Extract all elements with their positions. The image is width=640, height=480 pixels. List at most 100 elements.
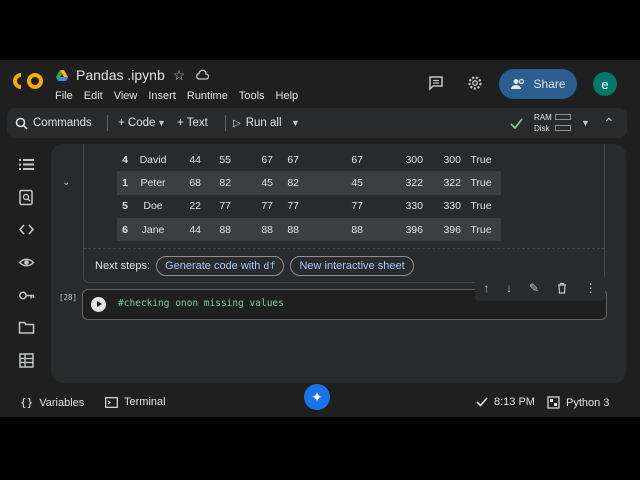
table-cell: 55 — [219, 153, 231, 166]
check-icon — [476, 397, 488, 407]
commands-button[interactable]: Commands — [15, 108, 92, 138]
edit-pen-icon[interactable]: ✎ — [529, 281, 539, 295]
execution-count: [28] — [59, 293, 78, 302]
disk-bar — [555, 125, 571, 131]
interactive-sheet-chip[interactable]: New interactive sheet — [290, 256, 414, 276]
table-cell: 45 — [299, 171, 363, 195]
resources-dropdown[interactable]: ▼ — [581, 108, 590, 138]
add-text-button[interactable]: + Text — [177, 108, 208, 138]
toc-icon[interactable] — [18, 156, 35, 173]
terminal-label: Terminal — [124, 396, 166, 408]
folder-icon[interactable] — [18, 319, 35, 336]
menu-item[interactable]: Runtime — [187, 90, 228, 102]
notebook-title[interactable]: Pandas .ipynb — [76, 67, 165, 83]
table-cell: 22 — [189, 200, 201, 213]
execution-status[interactable]: 8:13 PM — [476, 396, 535, 408]
table-cell: True — [461, 217, 501, 242]
arrow-down-icon[interactable]: ↓ — [506, 281, 512, 295]
chevron-down-icon: ▼ — [581, 118, 590, 128]
run-options-button[interactable]: ▼ — [291, 108, 300, 138]
code-label: + Code — [118, 117, 156, 129]
table-cell: 67 — [261, 153, 273, 166]
divider — [83, 248, 605, 249]
disk-label: Disk — [534, 124, 550, 133]
run-all-button[interactable]: ▷ Run all — [233, 108, 282, 138]
menu-item[interactable]: View — [114, 90, 138, 102]
chevron-down-icon[interactable]: ⌄ — [62, 177, 70, 188]
table-cell: 77 — [287, 200, 299, 213]
table-row: 5 Doe 22 77 77 77 77 330 330 True — [117, 195, 501, 218]
notebook-panel: ⌄ 4 David 44 55 67 67 67 300 300 True 1 Peter 68 82 45… — [51, 144, 626, 383]
cloud-icon[interactable] — [195, 68, 209, 82]
table-cell: 68 — [173, 171, 201, 195]
more-vert-icon[interactable]: ⋮ — [585, 281, 597, 295]
kernel-label: Python 3 — [566, 396, 610, 409]
table-icon[interactable] — [18, 352, 35, 369]
run-cell-button[interactable] — [91, 297, 106, 312]
code-options-button[interactable]: ▼ — [157, 108, 166, 138]
arrow-up-icon[interactable]: ↑ — [483, 281, 489, 295]
menu-item[interactable]: Edit — [84, 90, 103, 102]
table-cell: 88 — [231, 217, 273, 242]
row-index: 5 — [122, 200, 128, 213]
play-icon: ▷ — [233, 117, 241, 129]
secrets-eye-icon[interactable] — [18, 254, 35, 271]
table-cell: 44 — [173, 217, 201, 242]
kernel-icon — [547, 396, 560, 409]
generate-chip-code: df — [263, 260, 276, 272]
share-button[interactable]: Share — [499, 69, 577, 99]
people-icon — [511, 78, 525, 89]
table-cell: 77 — [261, 200, 273, 213]
braces-icon: {} — [20, 396, 34, 409]
ram-label: RAM — [534, 113, 552, 122]
connected-check — [510, 108, 523, 138]
collapse-toolbar-button[interactable]: ⌃ — [603, 108, 615, 138]
menu-item[interactable]: Insert — [148, 90, 176, 102]
add-code-button[interactable]: + Code — [118, 108, 155, 138]
table-cell: 77 — [351, 200, 363, 213]
check-icon — [510, 117, 523, 129]
next-steps-label: Next steps: — [95, 260, 151, 272]
table-cell: 330 — [405, 200, 423, 213]
commands-label: Commands — [33, 117, 92, 129]
star-icon[interactable]: ☆ — [173, 68, 187, 82]
menu-item[interactable]: Tools — [239, 90, 265, 102]
trash-icon[interactable] — [556, 282, 568, 294]
comment-icon[interactable] — [427, 74, 445, 92]
table-cell: Peter — [133, 171, 173, 195]
kernel-status[interactable]: Python 3 — [547, 396, 609, 409]
variables-button[interactable]: {} Variables — [20, 396, 84, 409]
find-icon[interactable] — [18, 189, 35, 206]
menu-item[interactable]: Help — [276, 90, 299, 102]
table-cell: 396 — [423, 217, 461, 242]
status-time: 8:13 PM — [494, 396, 535, 408]
gear-icon[interactable] — [466, 74, 484, 92]
resources-indicator[interactable]: RAM Disk — [534, 112, 571, 134]
search-icon — [15, 117, 28, 130]
table-cell: 300 — [443, 153, 461, 166]
colab-logo[interactable] — [12, 71, 44, 91]
code-editor[interactable]: #checking onon missing values — [118, 298, 284, 309]
table-cell: Jane — [133, 217, 173, 242]
generate-code-chip[interactable]: Generate code with df — [156, 256, 285, 276]
table-cell: 396 — [363, 217, 423, 242]
menu-item[interactable]: File — [55, 90, 73, 102]
key-icon[interactable] — [18, 287, 35, 304]
terminal-button[interactable]: Terminal — [105, 396, 166, 408]
table-cell: 88 — [201, 217, 231, 242]
terminal-icon — [105, 396, 118, 408]
avatar[interactable]: e — [593, 72, 617, 96]
code-snippets-icon[interactable] — [18, 221, 35, 238]
row-index: 1 — [117, 171, 133, 195]
row-index: 6 — [117, 217, 133, 242]
table-cell: 67 — [351, 153, 363, 166]
row-index: 4 — [122, 153, 128, 166]
run-all-label: Run all — [245, 117, 282, 129]
table-cell: 300 — [405, 153, 423, 166]
table-cell: 322 — [423, 171, 461, 195]
status-bar: {} Variables Terminal 8:13 PM Python 3 — [0, 390, 640, 417]
chevron-down-icon: ▼ — [157, 118, 166, 128]
chevron-up-icon: ⌃ — [603, 114, 615, 131]
cell-toolbar: ↑ ↓ ✎ ⋮ — [475, 275, 605, 301]
table-cell: 77 — [219, 200, 231, 213]
